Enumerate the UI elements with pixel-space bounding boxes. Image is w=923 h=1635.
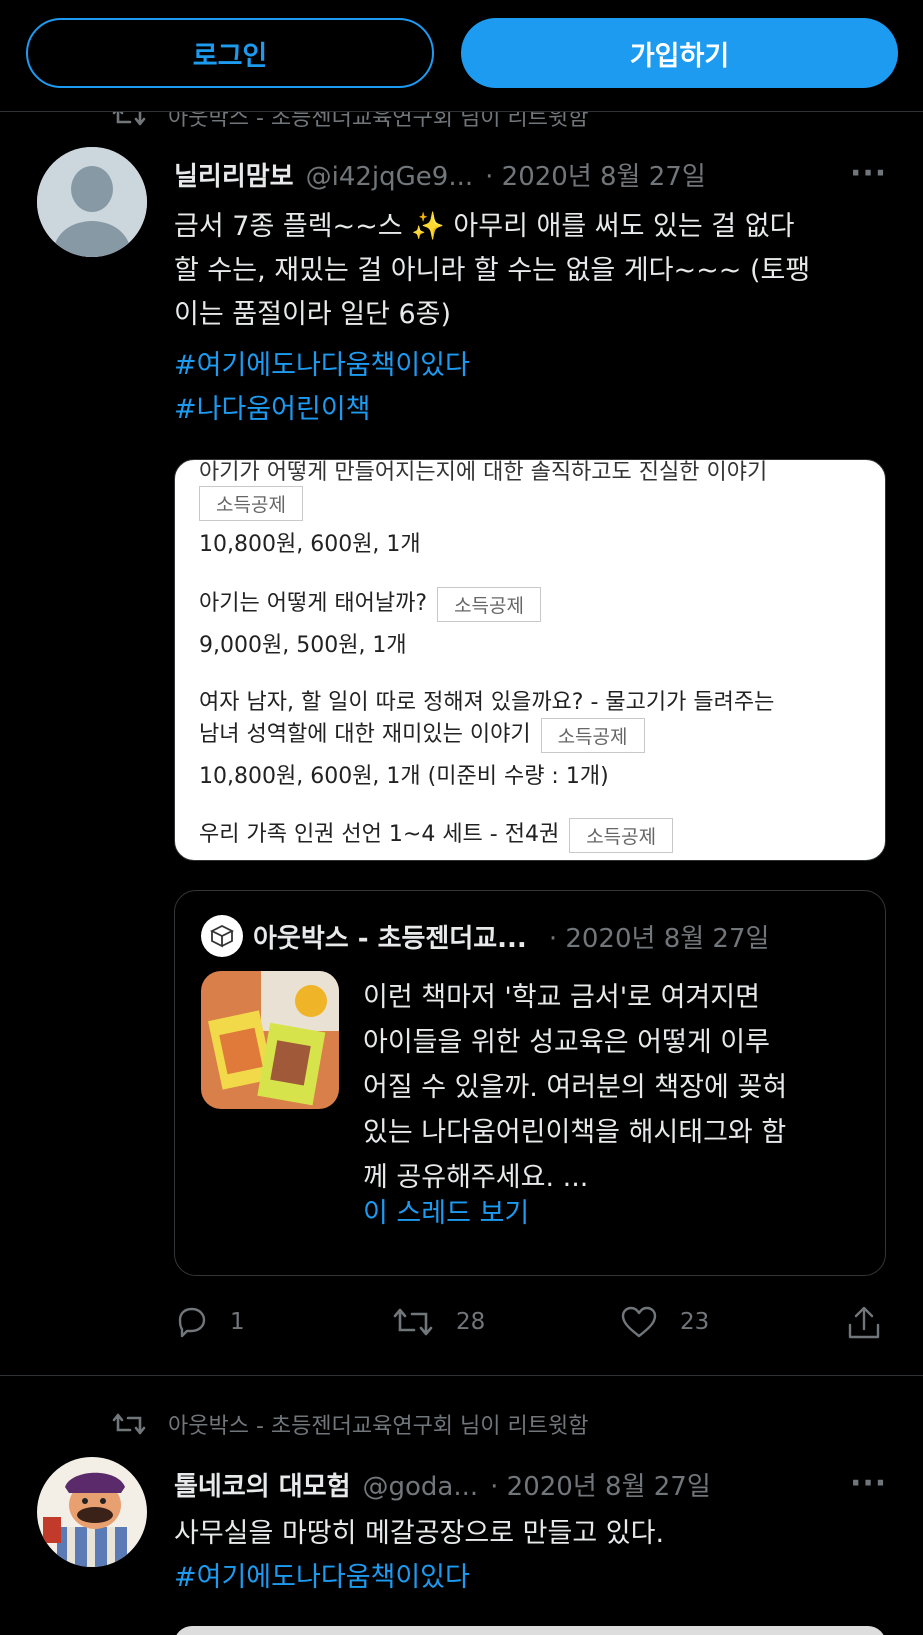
- quoted-timestamp[interactable]: · 2020년 8월 27일: [549, 918, 770, 955]
- outbox-logo-icon: [201, 915, 243, 957]
- quoted-display-name[interactable]: 아웃박스 - 초등젠더교...: [253, 918, 527, 955]
- more-options-icon[interactable]: ···: [850, 156, 887, 191]
- tweet-header: 톨네코의 대모험 @goda... · 2020년 8월 27일: [174, 1466, 711, 1503]
- retweet-icon: [393, 1308, 433, 1336]
- reply-button[interactable]: 1: [174, 1305, 245, 1339]
- share-button[interactable]: [846, 1305, 904, 1341]
- tax-deduction-badge: 소득공제: [569, 817, 674, 853]
- quoted-text-line: 어질 수 있을까. 여러분의 책장에 꽂혀: [363, 1072, 788, 1103]
- tweet-text-line: 금서 7종 플렉~~스 ✨ 아무리 애를 써도 있는 걸 없다: [174, 211, 795, 242]
- retweet-button[interactable]: 28: [392, 1305, 485, 1339]
- like-button[interactable]: 23: [620, 1305, 709, 1339]
- reply-icon: [178, 1307, 206, 1338]
- character-avatar-image: [37, 1457, 147, 1567]
- retweet-context-text: 아웃박스 - 초등젠더교육연구회 님이 리트윗함: [168, 1414, 589, 1439]
- auth-bar: 로그인 가입하기: [0, 0, 923, 112]
- signup-button[interactable]: 가입하기: [461, 18, 898, 88]
- retweet-count: 28: [456, 1309, 486, 1335]
- hashtag-link[interactable]: #여기에도나다움책이있다: [174, 344, 470, 388]
- heart-icon: [621, 1306, 657, 1338]
- retweet-context: 아웃박스 - 초등젠더교육연구회 님이 리트윗함: [112, 1408, 588, 1440]
- quoted-text-line: 아이들을 위한 성교육은 어떻게 이루: [363, 1027, 770, 1058]
- quoted-tweet-header: 아웃박스 - 초등젠더교... · 2020년 8월 27일: [201, 915, 769, 957]
- tweet-header: 닐리리맘보 @i42jqGe9... · 2020년 8월 27일: [174, 156, 706, 193]
- tweet-media-image[interactable]: 아기가 어떻게 만들어지는지에 대한 솔직하고도 진실한 이야기 소득공제 10…: [174, 459, 886, 861]
- media-item-title: 여자 남자, 할 일이 따로 정해져 있을까요? - 물고기가 들려주는: [199, 690, 775, 715]
- tweet-media-image[interactable]: [174, 1626, 886, 1635]
- reply-count: 1: [230, 1309, 245, 1335]
- avatar[interactable]: [37, 1457, 147, 1567]
- quoted-tweet-thumbnail: [201, 971, 339, 1109]
- show-thread-link[interactable]: 이 스레드 보기: [363, 1191, 529, 1230]
- tweet-text: 금서 7종 플렉~~스 ✨ 아무리 애를 써도 있는 걸 없다 할 수는, 재밌…: [174, 205, 810, 337]
- like-count: 23: [680, 1309, 710, 1335]
- quoted-tweet[interactable]: 아웃박스 - 초등젠더교... · 2020년 8월 27일 이런 책마저 '학…: [174, 890, 886, 1276]
- media-item-title: 남녀 성역할에 대한 재미있는 이야기: [199, 722, 531, 747]
- tweet-text-line: 이는 품절이라 일단 6종): [174, 299, 452, 330]
- share-icon: [848, 1306, 880, 1339]
- tweet-text: 사무실을 마땅히 메갈공장으로 만들고 있다.: [174, 1518, 665, 1549]
- tweet-text-line: 할 수는, 재밌는 걸 아니라 할 수는 없을 게다~~~ (토팽: [174, 255, 811, 286]
- avatar[interactable]: [37, 147, 147, 257]
- timestamp[interactable]: · 2020년 8월 27일: [490, 1466, 711, 1503]
- quoted-text-line: 있는 나다움어린이책을 해시태그와 함: [363, 1117, 787, 1148]
- retweet-icon: [112, 1413, 146, 1435]
- hashtag-link[interactable]: #나다움어린이책: [174, 388, 371, 432]
- display-name[interactable]: 톨네코의 대모험: [174, 1466, 351, 1503]
- tax-deduction-badge: 소득공제: [437, 586, 541, 622]
- media-item-title: 우리 가족 인권 선언 1~4 세트 - 전4권: [199, 822, 560, 847]
- tax-deduction-badge: 소득공제: [199, 486, 303, 521]
- media-item-price: 10,800원, 600원, 1개: [199, 532, 421, 557]
- media-item-title: 아기가 어떻게 만들어지는지에 대한 솔직하고도 진실한 이야기: [199, 460, 768, 485]
- tweet-actions: 1 28 23: [174, 1305, 886, 1345]
- timestamp[interactable]: · 2020년 8월 27일: [485, 156, 706, 193]
- default-avatar-icon: [37, 147, 147, 257]
- quoted-text-line: 이런 책마저 '학교 금서'로 여겨지면: [363, 982, 760, 1013]
- media-item-price: 10,800원, 600원, 1개 (미준비 수량 : 1개): [199, 764, 609, 789]
- more-options-icon[interactable]: ···: [850, 1466, 887, 1501]
- handle[interactable]: @goda...: [363, 1472, 479, 1502]
- media-item-title: 아기는 어떻게 태어날까?: [199, 591, 428, 616]
- tax-deduction-badge: 소득공제: [540, 717, 645, 753]
- display-name[interactable]: 닐리리맘보: [174, 156, 294, 193]
- media-item-price: 9,000원, 500원, 1개: [199, 633, 407, 658]
- tweet-divider: [0, 1375, 923, 1376]
- handle[interactable]: @i42jqGe9...: [306, 162, 474, 192]
- login-button[interactable]: 로그인: [26, 18, 434, 88]
- quoted-tweet-text: 이런 책마저 '학교 금서'로 여겨지면 아이들을 위한 성교육은 어떻게 이루…: [363, 975, 863, 1200]
- hashtag-link[interactable]: #여기에도나다움책이있다: [174, 1556, 470, 1600]
